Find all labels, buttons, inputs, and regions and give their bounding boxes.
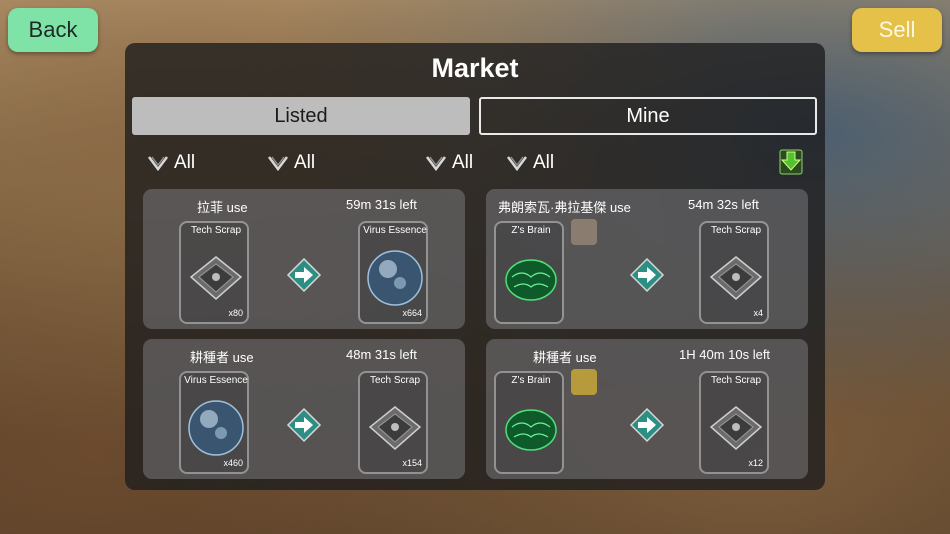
item-quantity: x12 [748, 458, 763, 468]
get-item-slot[interactable]: Tech Scrap x4 [699, 221, 769, 324]
item-quantity: x154 [402, 458, 422, 468]
listing-card-4[interactable]: 耕種者 use 1H 40m 10s left Z's Brain Tech S… [486, 339, 808, 479]
download-arrow-icon[interactable] [779, 149, 803, 175]
chevron-down-icon [507, 156, 527, 172]
tab-listed[interactable]: Listed [132, 97, 470, 135]
listing-time-left: 1H 40m 10s left [679, 347, 771, 362]
listing-time-left: 48m 31s left [346, 347, 417, 362]
tech-scrap-icon [368, 406, 422, 450]
tech-scrap-icon [709, 406, 763, 450]
item-quantity: x80 [228, 308, 243, 318]
listing-user: 耕種者 use [533, 350, 597, 365]
get-item-slot[interactable]: Tech Scrap x154 [358, 371, 428, 474]
farmland-avatar-icon [571, 369, 597, 395]
trade-arrow-icon [286, 257, 322, 293]
trade-arrow-icon [629, 407, 665, 443]
filter-label: All [294, 152, 316, 173]
character-avatar-icon [571, 219, 597, 245]
give-item-slot[interactable]: Z's Brain [494, 221, 564, 324]
listing-user: 拉菲 use [197, 200, 248, 215]
tech-scrap-icon [709, 256, 763, 300]
filter-label: All [452, 152, 474, 173]
item-name: Tech Scrap [710, 225, 762, 236]
listing-time-left: 54m 32s left [688, 197, 759, 212]
listing-user: 弗朗索瓦·弗拉基傑 use [498, 200, 631, 215]
item-name: Tech Scrap [369, 375, 421, 386]
back-button[interactable]: Back [8, 8, 98, 52]
filter-dropdown-3[interactable]: All [425, 150, 473, 176]
trade-arrow-icon [286, 407, 322, 443]
give-item-slot[interactable]: Virus Essence x460 [179, 371, 249, 474]
item-quantity: x664 [402, 308, 422, 318]
tab-mine[interactable]: Mine [479, 97, 817, 135]
zs-brain-icon [505, 409, 557, 451]
item-name: Tech Scrap [710, 375, 762, 386]
virus-essence-icon [188, 400, 244, 456]
get-item-slot[interactable]: Tech Scrap x12 [699, 371, 769, 474]
listing-card-3[interactable]: 耕種者 use 48m 31s left Virus Essence x460 … [143, 339, 465, 479]
virus-essence-icon [367, 250, 423, 306]
listing-card-1[interactable]: 拉菲 use 59m 31s left Tech Scrap x80 Virus… [143, 189, 465, 329]
chevron-down-icon [426, 156, 446, 172]
trade-arrow-icon [629, 257, 665, 293]
filter-dropdown-4[interactable]: All [506, 150, 554, 176]
zs-brain-icon [505, 259, 557, 301]
sell-button[interactable]: Sell [852, 8, 942, 52]
listing-time-left: 59m 31s left [346, 197, 417, 212]
item-name: Virus Essence [184, 375, 248, 386]
item-name: Virus Essence [363, 225, 427, 236]
item-name: Z's Brain [511, 375, 551, 386]
chevron-down-icon [148, 156, 168, 172]
give-item-slot[interactable]: Z's Brain [494, 371, 564, 474]
market-title: Market [431, 53, 519, 83]
market-panel: Market Listed Mine All All All All 拉菲 us… [125, 43, 825, 490]
filter-dropdown-1[interactable]: All [147, 150, 195, 176]
item-name: Tech Scrap [190, 225, 242, 236]
tech-scrap-icon [189, 256, 243, 300]
item-quantity: x460 [223, 458, 243, 468]
item-quantity: x4 [753, 308, 763, 318]
listing-user: 耕種者 use [190, 350, 254, 365]
chevron-down-icon [268, 156, 288, 172]
filter-label: All [533, 152, 555, 173]
get-item-slot[interactable]: Virus Essence x664 [358, 221, 428, 324]
give-item-slot[interactable]: Tech Scrap x80 [179, 221, 249, 324]
filter-label: All [174, 152, 196, 173]
item-name: Z's Brain [511, 225, 551, 236]
listing-card-2[interactable]: 弗朗索瓦·弗拉基傑 use 54m 32s left Z's Brain Tec… [486, 189, 808, 329]
filter-dropdown-2[interactable]: All [267, 150, 315, 176]
